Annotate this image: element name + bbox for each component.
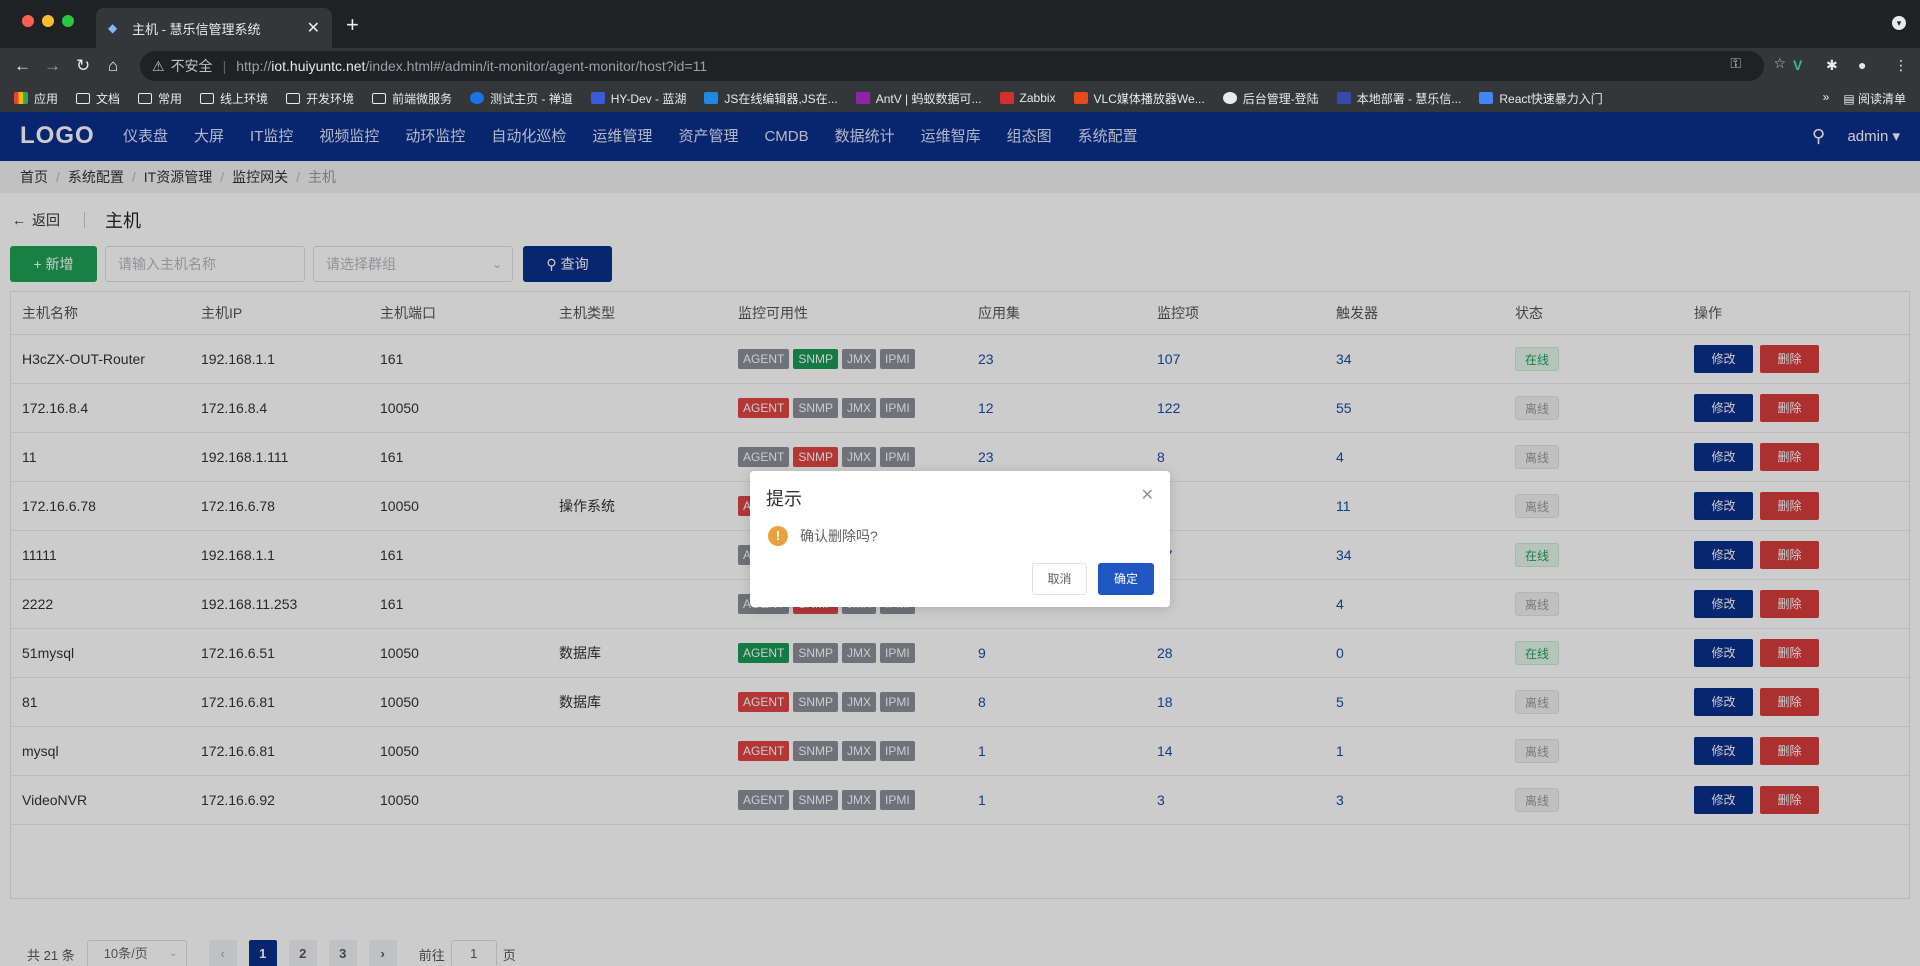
dialog-message: 确认删除吗? (800, 528, 878, 544)
apps-grid-icon (14, 92, 28, 104)
bookmark-link[interactable]: 测试主页 - 禅道 (470, 90, 573, 107)
url-separator: | (222, 58, 227, 74)
folder-icon (372, 92, 387, 104)
new-tab-icon[interactable]: + (346, 12, 359, 38)
bookmark-link[interactable]: 本地部署 - 慧乐信... (1336, 90, 1462, 107)
window-close-button[interactable] (22, 15, 34, 27)
reading-list[interactable]: ▤ 阅读清单 (1843, 90, 1906, 107)
folder-icon (286, 92, 301, 104)
window-zoom-button[interactable] (62, 15, 74, 27)
extensions-puzzle-icon[interactable]: ✱ (1826, 57, 1838, 74)
bookmark-label: HY-Dev - 蓝湖 (610, 91, 687, 106)
bookmark-label: 线上环境 (220, 91, 269, 106)
bookmarks-bar: 应用 文档 常用 线上环境 开发环境 前端微服务 测试主页 - 禅道 HY-De… (0, 84, 1920, 112)
reading-list-icon: ▤ (1843, 92, 1858, 106)
bookmark-label: 常用 (158, 91, 183, 106)
url-host: iot.huiyuntc.net (271, 58, 366, 74)
url-path: /index.html#/admin/it-monitor/agent-moni… (365, 58, 708, 74)
bookmark-label: 后台管理-登陆 (1242, 91, 1319, 106)
vlc-icon (1073, 92, 1088, 104)
bookmarks-right: » ▤ 阅读清单 (1823, 90, 1906, 107)
zabbix-icon (999, 92, 1014, 104)
bookmark-link[interactable]: JS在线编辑器,JS在... (704, 90, 838, 107)
browser-toolbar: ← → ↻ ⌂ ⚠ 不安全 | http:// iot.huiyuntc.net… (0, 48, 1920, 84)
close-icon[interactable]: ✕ (1141, 485, 1154, 505)
forward-arrow-icon[interactable]: → (44, 56, 61, 76)
warning-triangle-icon: ⚠ (152, 57, 165, 74)
bookmark-label: 开发环境 (306, 91, 355, 106)
more-bookmarks-icon[interactable]: » (1823, 90, 1830, 107)
bookmark-label: 应用 (34, 91, 59, 106)
bookmark-label: Zabbix (1019, 91, 1056, 105)
bookmark-folder[interactable]: 线上环境 (200, 90, 268, 107)
globe-icon (1222, 92, 1237, 104)
close-icon[interactable]: ✕ (307, 18, 320, 38)
bookmark-label: 测试主页 - 禅道 (490, 91, 573, 106)
confirm-button[interactable]: 确定 (1098, 563, 1154, 595)
url-prefix: http:// (236, 58, 272, 74)
site-favicon-icon: ◆ (108, 21, 118, 35)
bookmark-label: JS在线编辑器,JS在... (724, 91, 838, 106)
lanhu-icon (590, 92, 605, 104)
profile-avatar-icon[interactable]: ● (1858, 57, 1866, 73)
home-icon[interactable]: ⌂ (108, 56, 118, 76)
bookmark-folder[interactable]: 前端微服务 (372, 90, 452, 107)
vue-devtools-icon[interactable]: V (1793, 57, 1802, 73)
bookmark-label: 文档 (96, 91, 121, 106)
more-menu-icon[interactable]: ⋮ (1894, 57, 1908, 74)
bookmark-link[interactable]: AntV | 蚂蚁数据可... (855, 90, 982, 107)
back-arrow-icon[interactable]: ← (14, 56, 31, 76)
bookmark-label: 本地部署 - 慧乐信... (1356, 91, 1462, 106)
site-icon (1336, 92, 1351, 104)
bookmark-link[interactable]: Zabbix (999, 91, 1056, 105)
bookmark-label: AntV | 蚂蚁数据可... (875, 91, 982, 106)
warning-icon: ! (768, 526, 788, 546)
tab-search-icon[interactable]: ▾ (1892, 16, 1906, 30)
bookmark-folder[interactable]: 开发环境 (286, 90, 354, 107)
cancel-button[interactable]: 取消 (1032, 563, 1087, 595)
reload-icon[interactable]: ↻ (76, 56, 90, 76)
bookmark-label: React快速暴力入门 (1499, 91, 1603, 106)
bookmark-star-icon[interactable]: ☆ (1773, 55, 1786, 72)
zentao-icon (470, 92, 485, 104)
dialog-body: ! 确认删除吗? (768, 526, 878, 546)
window-minimize-button[interactable] (42, 15, 54, 27)
bookmark-label: 前端微服务 (392, 91, 453, 106)
insecure-label: 不安全 (170, 58, 213, 74)
folder-icon (200, 92, 215, 104)
antv-icon (855, 92, 870, 104)
folder-icon (138, 92, 153, 104)
address-bar[interactable]: ⚠ 不安全 | http:// iot.huiyuntc.net /index.… (140, 51, 1764, 81)
browser-tab[interactable]: ◆ 主机 - 慧乐信管理系统 ✕ (96, 8, 332, 48)
dialog-title: 提示 (766, 489, 802, 509)
reading-list-label: 阅读清单 (1857, 92, 1906, 106)
tab-title: 主机 - 慧乐信管理系统 (132, 21, 261, 37)
bookmark-folder[interactable]: 常用 (138, 90, 182, 107)
key-icon[interactable]: ⚿ (1730, 55, 1741, 72)
bookmark-link[interactable]: HY-Dev - 蓝湖 (590, 90, 687, 107)
bookmark-link[interactable]: React快速暴力入门 (1479, 90, 1603, 107)
react-icon (1479, 92, 1494, 104)
bookmark-folder[interactable]: 文档 (76, 90, 120, 107)
bookmark-label: VLC媒体播放器We... (1093, 91, 1205, 106)
bookmark-apps[interactable]: 应用 (14, 90, 58, 107)
confirm-dialog: 提示 ✕ ! 确认删除吗? 取消 确定 (750, 471, 1170, 607)
browser-tab-strip: ◆ 主机 - 慧乐信管理系统 ✕ + ▾ (0, 0, 1920, 48)
bookmark-link[interactable]: VLC媒体播放器We... (1073, 90, 1205, 107)
folder-icon (76, 92, 91, 104)
bookmark-link[interactable]: 后台管理-登陆 (1222, 90, 1319, 107)
js-editor-icon (704, 92, 719, 104)
